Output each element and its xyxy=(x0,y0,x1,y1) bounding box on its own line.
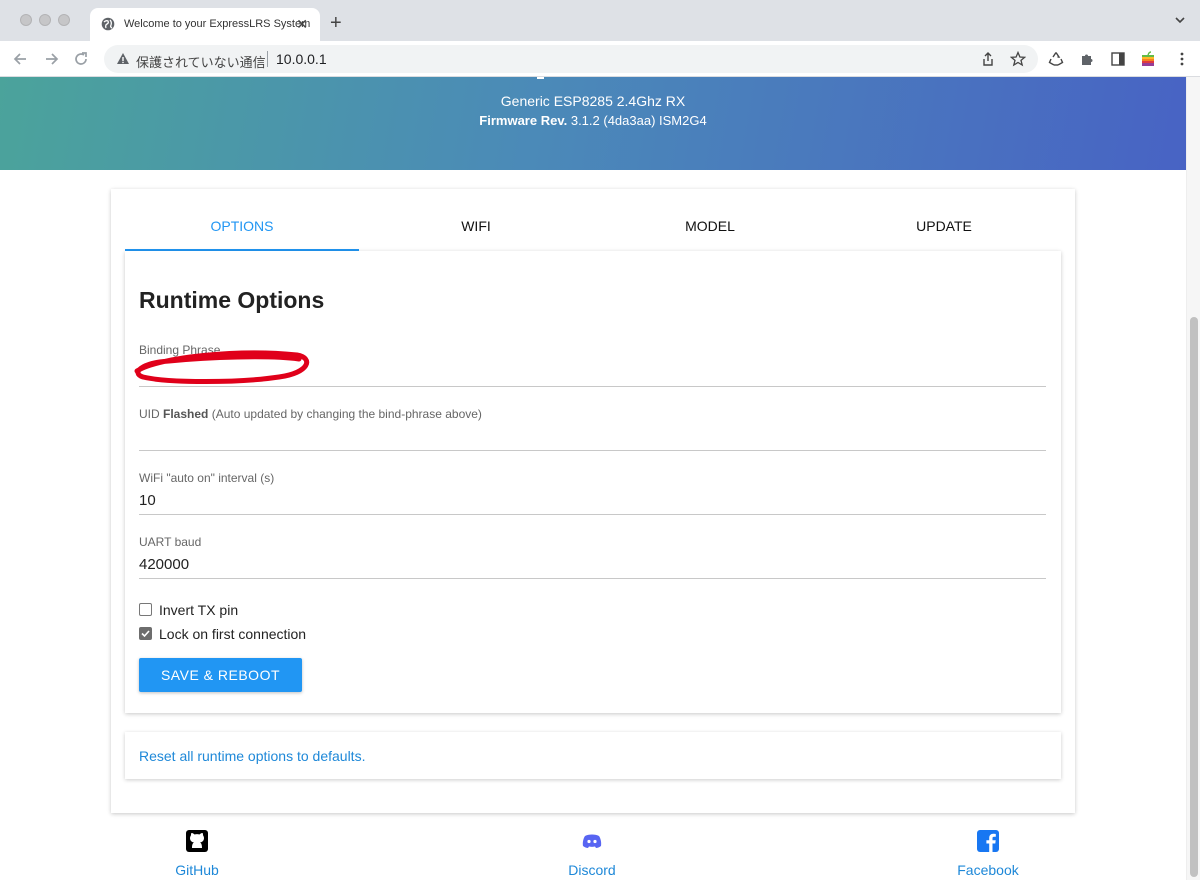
uid-field: UID Flashed (Auto updated by changing th… xyxy=(139,407,1046,451)
save-reboot-button[interactable]: SAVE & REBOOT xyxy=(139,658,302,692)
runtime-options-panel: Runtime Options Binding Phrase UID Flash… xyxy=(125,251,1061,713)
invert-tx-label[interactable]: Invert TX pin xyxy=(159,602,238,618)
section-tabs: OPTIONS WIFI MODEL UPDATE xyxy=(125,205,1061,251)
uid-input[interactable] xyxy=(139,423,1046,451)
uid-label-suffix: (Auto updated by changing the bind-phras… xyxy=(211,407,482,421)
facebook-icon xyxy=(977,830,999,852)
uid-label: UID Flashed (Auto updated by changing th… xyxy=(139,407,1046,421)
browser-tab[interactable]: Welcome to your ExpressLRS System ✕ xyxy=(90,8,320,41)
browser-tabstrip: Welcome to your ExpressLRS System ✕ + xyxy=(0,0,1200,41)
section-title: Runtime Options xyxy=(139,287,325,313)
browser-toolbar: 保護されていない通信 10.0.0.1 xyxy=(0,41,1200,77)
tab-title: Welcome to your ExpressLRS System xyxy=(124,18,311,30)
uart-baud-label: UART baud xyxy=(139,535,202,549)
new-tab-button[interactable]: + xyxy=(330,13,342,33)
footer-github[interactable]: GitHub xyxy=(137,829,257,878)
page-viewport: Generic ESP8285 2.4Ghz RX Firmware Rev. … xyxy=(0,77,1186,880)
firmware-label: Firmware Rev. xyxy=(479,113,568,128)
redaction-scribble xyxy=(134,350,310,384)
discord-label[interactable]: Discord xyxy=(532,862,652,878)
discord-icon xyxy=(582,834,602,848)
uid-label-prefix: UID xyxy=(139,407,160,421)
bookmark-star-icon[interactable] xyxy=(1010,51,1026,67)
uart-baud-field: UART baud xyxy=(139,535,1046,579)
address-divider xyxy=(267,51,268,67)
lock-first-label[interactable]: Lock on first connection xyxy=(159,626,306,642)
github-icon xyxy=(186,830,208,852)
tab-model[interactable]: MODEL xyxy=(593,205,827,251)
page-header: Generic ESP8285 2.4Ghz RX Firmware Rev. … xyxy=(0,77,1186,170)
window-zoom-button[interactable] xyxy=(58,14,70,26)
tab-options[interactable]: OPTIONS xyxy=(125,205,359,251)
reset-card: Reset all runtime options to defaults. xyxy=(125,732,1061,779)
uid-label-bold: Flashed xyxy=(163,407,209,421)
chevron-down-icon[interactable] xyxy=(1174,15,1186,25)
wifi-interval-label: WiFi "auto on" interval (s) xyxy=(139,471,275,485)
device-name: Generic ESP8285 2.4Ghz RX xyxy=(500,93,686,109)
apple-rainbow-icon[interactable] xyxy=(1140,51,1156,67)
window-close-button[interactable] xyxy=(20,14,32,26)
reload-icon[interactable] xyxy=(71,49,91,69)
footer-facebook[interactable]: Facebook xyxy=(928,829,1048,878)
puzzle-extensions-icon[interactable] xyxy=(1079,51,1095,67)
kebab-menu-icon[interactable] xyxy=(1174,51,1190,67)
scrollbar-thumb[interactable] xyxy=(1190,317,1198,877)
github-label[interactable]: GitHub xyxy=(137,862,257,878)
security-label[interactable]: 保護されていない通信 xyxy=(136,52,266,71)
tab-update[interactable]: UPDATE xyxy=(827,205,1061,251)
reset-defaults-link[interactable]: Reset all runtime options to defaults. xyxy=(139,748,365,764)
wifi-interval-input[interactable] xyxy=(139,487,1046,515)
header-title-fragment xyxy=(537,77,544,79)
footer-discord[interactable]: Discord xyxy=(532,829,652,878)
window-minimize-button[interactable] xyxy=(39,14,51,26)
url-text[interactable]: 10.0.0.1 xyxy=(276,51,327,67)
warning-icon[interactable] xyxy=(116,52,130,65)
invert-tx-checkbox[interactable] xyxy=(139,603,152,616)
forward-arrow-icon[interactable] xyxy=(41,49,61,69)
tab-close-icon[interactable]: ✕ xyxy=(296,16,308,32)
back-arrow-icon[interactable] xyxy=(11,49,31,69)
checkmark-icon xyxy=(141,630,150,638)
firmware-revision: Firmware Rev. 3.1.2 (4da3aa) ISM2G4 xyxy=(0,113,1186,128)
recycle-extension-icon[interactable] xyxy=(1048,51,1064,67)
globe-icon xyxy=(101,17,115,31)
facebook-label[interactable]: Facebook xyxy=(928,862,1048,878)
page-scrollbar[interactable] xyxy=(1186,77,1200,880)
lock-first-checkbox[interactable] xyxy=(139,627,152,640)
uart-baud-input[interactable] xyxy=(139,551,1046,579)
wifi-interval-field: WiFi "auto on" interval (s) xyxy=(139,471,1046,515)
share-icon[interactable] xyxy=(980,51,996,67)
address-bar[interactable]: 保護されていない通信 10.0.0.1 xyxy=(104,45,1038,73)
tab-wifi[interactable]: WIFI xyxy=(359,205,593,251)
firmware-value: 3.1.2 (4da3aa) ISM2G4 xyxy=(570,113,707,128)
main-card: OPTIONS WIFI MODEL UPDATE Runtime Option… xyxy=(111,189,1075,813)
side-panel-icon[interactable] xyxy=(1110,51,1126,67)
